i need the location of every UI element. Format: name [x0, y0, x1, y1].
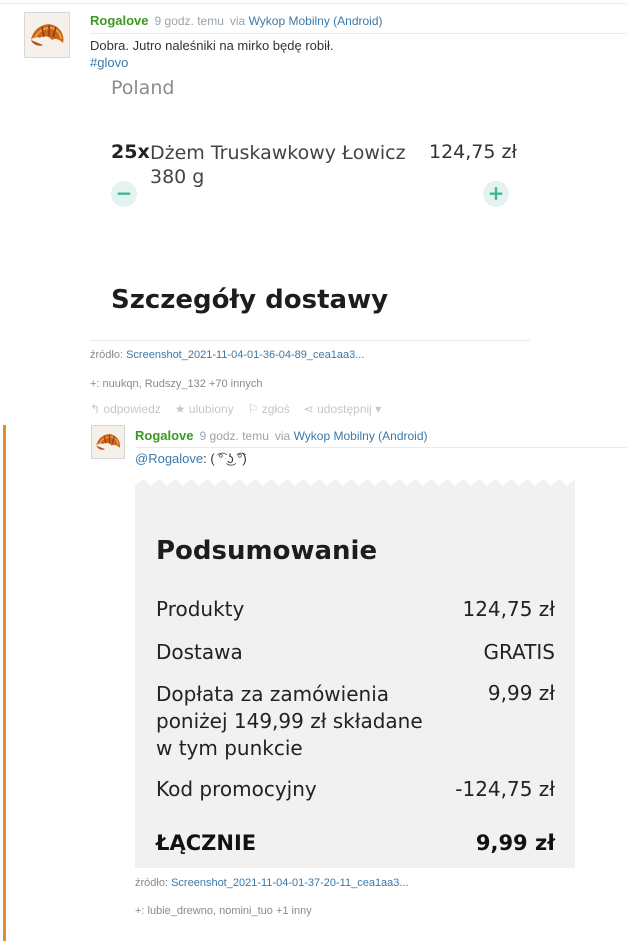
post-body: : ( ͡° ͜ʖ ͡°)	[203, 451, 247, 466]
source-label: źródło:	[135, 877, 169, 889]
top-divider	[0, 3, 627, 4]
embedded-image[interactable]: Podsumowanie Produkty 124,75 zł Dostawa …	[135, 475, 575, 868]
header-divider	[90, 33, 627, 34]
post-actions: ↰ odpowiedz ★ ulubiony ⚐ zgłoś ⋖ udostęp…	[90, 402, 381, 416]
report-button[interactable]: ⚐ zgłoś	[248, 402, 290, 416]
post-text: Dobra. Jutro naleśniki na mirko będę rob…	[90, 37, 334, 71]
author-name[interactable]: Rogalove	[135, 428, 194, 443]
post-time[interactable]: 9 godz. temu	[155, 14, 224, 28]
post-entry-2: Rogalove 9 godz. temu via Wykop Mobilny (A…	[0, 425, 627, 941]
share-button[interactable]: ⋖ udostępnij ▾	[304, 402, 382, 416]
surcharge-line2: poniżej 149,99 zł składane	[156, 709, 423, 733]
post-entry-1: Rogalove 9 godz. temu via Wykop Mobilny (A…	[0, 0, 627, 425]
row-surcharge-value: 9,99 zł	[487, 681, 555, 705]
image-source: źródło: Screenshot_2021-11-04-01-36-04-8…	[90, 349, 364, 361]
minus-icon: −	[115, 181, 133, 205]
via-label: via	[274, 429, 291, 443]
post-time[interactable]: 9 godz. temu	[200, 429, 269, 443]
section-title: Szczegóły dostawy	[111, 285, 389, 315]
source-label: źródło:	[90, 349, 124, 361]
surcharge-line1: Dopłata za zamówienia	[156, 682, 390, 706]
image-source: źródło: Screenshot_2021-11-04-01-37-20-1…	[135, 877, 409, 889]
row-promo-value: -124,75 zł	[455, 777, 555, 801]
croissant-icon	[92, 426, 124, 458]
post-header: Rogalove 9 godz. temu via Wykop Mobilny (A…	[90, 13, 383, 28]
header-divider	[135, 447, 627, 448]
row-delivery-value: GRATIS	[483, 640, 555, 664]
post-text: @Rogalove: ( ͡° ͜ʖ ͡°)	[135, 450, 247, 467]
flag-icon: ⚐	[247, 402, 259, 416]
source-link[interactable]: Screenshot_2021-11-04-01-36-04-89_cea1aa…	[126, 349, 364, 361]
row-promo-label: Kod promocyjny	[156, 777, 317, 801]
favorite-button[interactable]: ★ ulubiony	[175, 402, 234, 416]
plus-icon: +	[487, 181, 505, 205]
plus-button[interactable]: +	[483, 181, 509, 207]
product-line1: Dżem Truskawkowy Łowicz	[150, 142, 406, 164]
avatar[interactable]	[91, 425, 125, 459]
product-line2: 380 g	[150, 166, 205, 188]
croissant-icon	[25, 13, 69, 57]
client-link[interactable]: Wykop Mobilny (Android)	[294, 429, 428, 443]
report-label: zgłoś	[261, 402, 290, 416]
row-products-value: 124,75 zł	[462, 597, 555, 621]
embed-divider	[90, 340, 530, 341]
reply-icon: ↰	[90, 402, 101, 416]
author-name[interactable]: Rogalove	[90, 13, 149, 28]
row-delivery-label: Dostawa	[156, 640, 243, 664]
share-label: udostępnij	[317, 402, 372, 416]
reply-label: odpowiedz	[103, 402, 161, 416]
receipt-zigzag-edge	[135, 475, 575, 486]
client-link[interactable]: Wykop Mobilny (Android)	[249, 14, 383, 28]
row-products-label: Produkty	[156, 597, 245, 621]
total-value: 9,99 zł	[475, 831, 555, 855]
post-body: Dobra. Jutro naleśniki na mirko będę rob…	[90, 38, 334, 53]
reply-button[interactable]: ↰ odpowiedz	[90, 402, 161, 416]
country-text: Poland	[111, 77, 175, 99]
favorite-label: ulubiony	[188, 402, 234, 416]
star-icon: ★	[174, 402, 186, 416]
voters-list[interactable]: +: lubie_drewno, nomini_tuo +1 inny	[135, 905, 312, 917]
product-name: Dżem Truskawkowy Łowicz 380 g	[150, 141, 406, 189]
voters-list[interactable]: +: nuukqn, Rudszy_132 +70 innych	[90, 378, 262, 390]
total-label: ŁĄCZNIE	[156, 831, 257, 855]
tag-link[interactable]: #glovo	[90, 55, 128, 70]
receipt-title: Podsumowanie	[156, 536, 378, 566]
product-price: 124,75 zł	[429, 141, 517, 163]
embedded-image[interactable]: Poland 25x Dżem Truskawkowy Łowicz 380 g…	[90, 70, 530, 342]
avatar[interactable]	[24, 12, 70, 58]
via-label: via	[229, 14, 246, 28]
mention-link[interactable]: @Rogalove	[135, 451, 203, 466]
chevron-down-icon: ▾	[375, 402, 382, 416]
source-link[interactable]: Screenshot_2021-11-04-01-37-20-11_cea1aa…	[171, 877, 408, 889]
minus-button[interactable]: −	[111, 181, 137, 207]
quantity-text: 25x	[111, 141, 150, 163]
post-header: Rogalove 9 godz. temu via Wykop Mobilny (A…	[135, 428, 428, 443]
surcharge-line3: w tym punkcie	[156, 736, 303, 760]
row-surcharge-label: Dopłata za zamówienia poniżej 149,99 zł …	[156, 681, 423, 762]
share-icon: ⋖	[303, 402, 314, 416]
